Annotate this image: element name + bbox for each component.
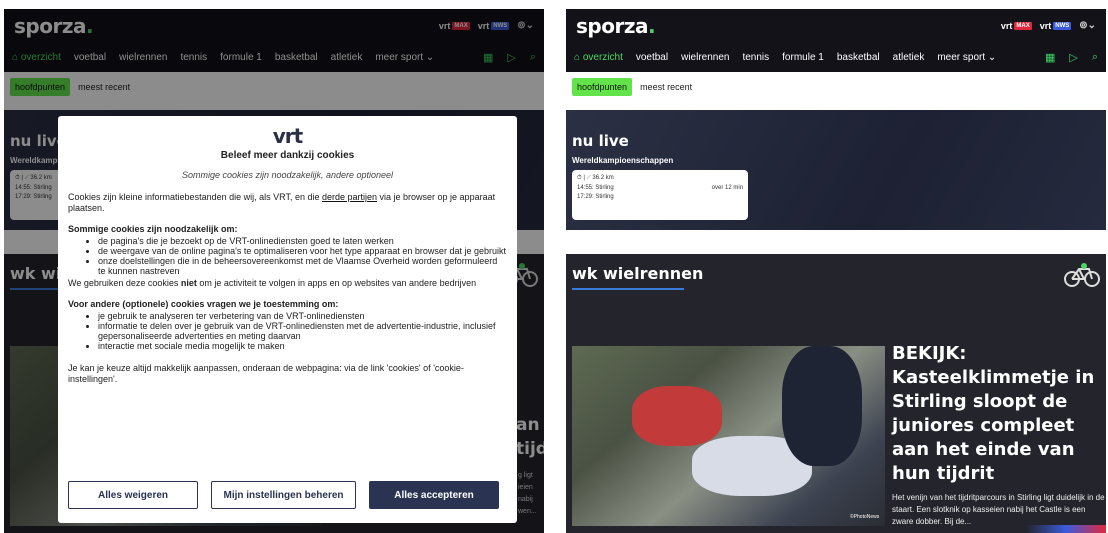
story-image[interactable]: ©PhotoNews <box>572 346 885 526</box>
play-icon[interactable]: ▷ <box>1069 51 1077 64</box>
nav-item-voetbal[interactable]: voetbal <box>636 52 668 63</box>
nav-item-meer-sport[interactable]: meer sport ⌄ <box>937 52 996 63</box>
cookie-title: Beleef meer dankzij cookies <box>220 150 355 161</box>
optional-heading: Voor andere (optionele) cookies vragen w… <box>68 299 339 309</box>
photo-credit: ©PhotoNews <box>850 514 880 520</box>
vrt-nws-link[interactable]: vrt NWS <box>1040 21 1072 31</box>
cookie-subtitle: Sommige cookies zijn noodzakelijk, ander… <box>181 170 394 180</box>
reject-all-button[interactable]: Alles weigeren <box>68 481 198 509</box>
derde-partijen-link[interactable]: derde partijen <box>322 192 377 202</box>
sporza-logo[interactable]: sporza. <box>576 14 656 38</box>
live-event: Wereldkampioenschappen <box>572 156 674 165</box>
search-icon[interactable]: ⌕ <box>1092 51 1098 64</box>
main-nav: ⌂ overzicht voetbal wielrennen tennis fo… <box>566 42 1106 72</box>
no-tracking-note: We gebruiken deze cookies niet om je act… <box>68 278 477 288</box>
section-header: wk wielrennen <box>566 254 1106 312</box>
live-block: nu live Wereldkampioenschappen ⏱ | ⟋ 36.… <box>566 110 1106 230</box>
vrt-logo: vrt <box>272 124 303 148</box>
top-bar: sporza. vrt MAX vrt NWS ⊚⌄ <box>566 9 1106 42</box>
user-menu-icon[interactable]: ⊚⌄ <box>1079 20 1096 31</box>
cookie-dialog: vrt Beleef meer dankzij cookies Sommige … <box>58 116 517 523</box>
sub-nav: hoofdpunten meest recent <box>566 72 1106 102</box>
right-page-screenshot: sporza. vrt MAX vrt NWS ⊚⌄ ⌂ overzicht voe… <box>566 9 1106 533</box>
live-title: nu live <box>572 132 629 150</box>
live-card[interactable]: ⏱ | ⟋ 36.2 km 14:55: Stirlingover 12 min… <box>572 170 748 220</box>
story-text[interactable]: BEKIJK: Kasteelklimmetje in Stirling slo… <box>892 342 1106 528</box>
nav-item-tennis[interactable]: tennis <box>742 52 769 63</box>
nav-item-wielrennen[interactable]: wielrennen <box>681 52 729 63</box>
nav-item-atletiek[interactable]: atletiek <box>893 52 925 63</box>
cookie-footer-text: Je kan je keuze altijd makkelijk aanpass… <box>68 363 464 384</box>
section-title[interactable]: wk wielrennen <box>572 264 1100 283</box>
story-summary: Het venijn van het tijdritparcours in St… <box>892 493 1105 526</box>
vrt-max-link[interactable]: vrt MAX <box>1001 21 1032 31</box>
nav-item-overzicht[interactable]: ⌂ overzicht <box>574 52 623 63</box>
accept-all-button[interactable]: Alles accepteren <box>369 481 499 509</box>
story-headline[interactable]: BEKIJK: Kasteelklimmetje in Stirling slo… <box>892 342 1106 486</box>
cookie-intro: Cookies zijn kleine informatiebestanden … <box>68 192 496 213</box>
tab-hoofdpunten[interactable]: hoofdpunten <box>572 78 633 96</box>
bicycle-icon <box>1064 263 1100 287</box>
calendar-icon[interactable]: ▦ <box>1045 51 1055 64</box>
necessary-list: de pagina's die je bezoekt op de VRT-onl… <box>68 236 507 276</box>
left-page-screenshot: sporza. vrt MAX vrt NWS ⊚⌄ ⌂ overzicht voe… <box>4 9 544 533</box>
tab-meest-recent[interactable]: meest recent <box>640 82 692 92</box>
nav-item-formule1[interactable]: formule 1 <box>782 52 824 63</box>
optional-list: je gebruik te analyseren ter verbetering… <box>68 311 507 351</box>
nav-item-basketbal[interactable]: basketbal <box>837 52 880 63</box>
manage-settings-button[interactable]: Mijn instellingen beheren <box>211 481 356 509</box>
necessary-heading: Sommige cookies zijn noodzakelijk om: <box>68 224 238 234</box>
